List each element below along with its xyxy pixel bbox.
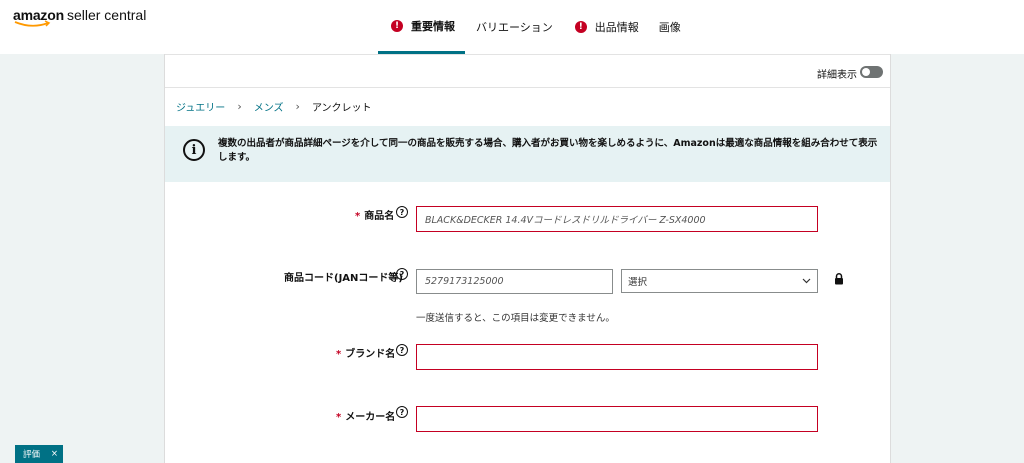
brand-input[interactable] [416, 344, 818, 370]
tab-variations[interactable]: バリエーション [465, 0, 575, 54]
help-icon[interactable]: ? [396, 206, 408, 218]
info-banner: i 複数の出品者が商品詳細ページを介して同一の商品を販売する場合、購入者がお買い… [165, 126, 890, 182]
tab-label: 重要情報 [411, 19, 455, 33]
maker-label: * メーカー名 [336, 408, 395, 423]
product-code-type-select[interactable]: 選択 [621, 269, 818, 293]
lock-icon [835, 273, 843, 285]
select-value: 選択 [628, 277, 648, 288]
toggle-knob [862, 68, 870, 76]
required-mark: * [355, 211, 361, 222]
tab-offer-info[interactable]: ! 出品情報 [574, 0, 649, 54]
tab-label: 出品情報 [594, 21, 639, 34]
breadcrumb-anklet: アンクレット [311, 103, 372, 114]
amazon-smile-icon [14, 20, 51, 27]
chevron-right-icon: › [295, 100, 300, 113]
product-name-label: * 商品名 [355, 207, 394, 222]
product-name-input[interactable] [416, 206, 818, 232]
product-form-card: 詳細表示 ジュエリー › メンズ › アンクレット i 複数の出品者が商品詳細ペ… [164, 54, 891, 463]
top-bar: amazon seller central ! 重要情報 バリエーション ! 出品… [0, 0, 1024, 54]
breadcrumb-jewelry[interactable]: ジュエリー [176, 99, 225, 114]
help-icon[interactable]: ? [396, 344, 408, 356]
required-mark: * [336, 412, 342, 423]
product-code-input[interactable] [416, 269, 613, 294]
brand-label-text: ブランド名 [345, 349, 396, 360]
detail-view-row: 詳細表示 [165, 54, 890, 88]
error-icon: ! [391, 19, 403, 32]
tab-images[interactable]: 画像 [649, 0, 693, 54]
info-icon: i [183, 139, 205, 161]
tab-label: 画像 [658, 21, 681, 34]
breadcrumb-mens[interactable]: メンズ [254, 99, 284, 114]
maker-label-text: メーカー名 [345, 412, 396, 423]
chevron-down-icon [802, 278, 811, 284]
error-icon: ! [574, 21, 587, 33]
logo-sub: seller central [66, 7, 147, 23]
help-icon[interactable]: ? [396, 268, 408, 280]
maker-input[interactable] [416, 406, 818, 432]
tab-label: バリエーション [476, 21, 553, 34]
breadcrumb: ジュエリー › メンズ › アンクレット [176, 99, 372, 114]
brand-label: * ブランド名 [336, 345, 395, 360]
detail-view-toggle[interactable] [860, 66, 883, 78]
required-mark: * [336, 349, 342, 360]
feedback-button[interactable]: 評価 × [15, 445, 63, 463]
chevron-right-icon: › [237, 100, 242, 113]
seller-central-logo[interactable]: amazon seller central [13, 5, 147, 27]
info-text: 複数の出品者が商品詳細ページを介して同一の商品を販売する場合、購入者がお買い物を… [218, 138, 878, 163]
product-code-note: 一度送信すると、この項目は変更できません。 [416, 313, 615, 324]
feedback-label: 評価 [23, 450, 41, 460]
close-icon[interactable]: × [51, 449, 58, 459]
product-name-label-text: 商品名 [364, 211, 395, 222]
product-code-label: 商品コード(JANコード等) [284, 273, 403, 284]
help-icon[interactable]: ? [396, 406, 408, 418]
detail-view-label: 詳細表示 [817, 70, 857, 81]
section-tabs: ! 重要情報 バリエーション ! 出品情報 画像 [378, 0, 693, 54]
tab-important-info[interactable]: ! 重要情報 [378, 0, 465, 54]
